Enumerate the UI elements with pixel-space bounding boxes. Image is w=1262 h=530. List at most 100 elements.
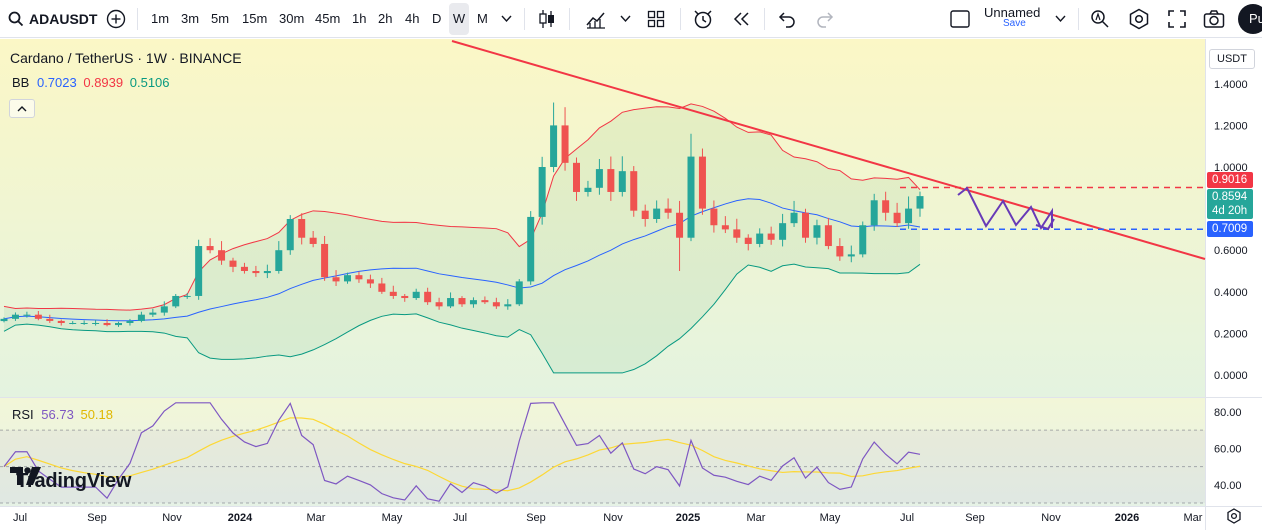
candle-body [756,233,764,244]
settings-icon[interactable] [1128,8,1150,30]
tradingview-logo-mark [10,467,41,485]
candle-body [447,298,455,307]
replay-icon[interactable] [732,11,750,27]
candle-style-icon[interactable] [538,8,556,30]
last-price-value: 0.8594 [1212,191,1248,203]
toolbar-divider [1078,8,1079,30]
candle-body [92,323,100,324]
timeframe-30m[interactable]: 30m [279,0,304,38]
candle-body [321,243,329,278]
candle-body [607,169,615,192]
redo-icon[interactable] [816,10,834,28]
candle-body [435,302,443,307]
timeframe-1m[interactable]: 1m [151,0,169,38]
price-axis-label: 1.4000 [1214,79,1248,91]
collapse-legend-button[interactable] [9,99,35,118]
candle-body [366,279,374,284]
candle-body [687,156,695,238]
chart-area[interactable]: 1.4000 1.2000 1.0000 0.6000 0.4000 0.2000 0.00… [0,39,1262,530]
time-axis-label: May [820,512,841,524]
currency-selector[interactable]: USDT [1209,49,1255,69]
candle-body [767,233,775,240]
alert-icon[interactable] [692,8,714,30]
candle-body [882,200,890,213]
candle-body [630,171,638,211]
price-axis-label: 0.2000 [1214,328,1248,340]
time-axis-label: Nov [1041,512,1061,524]
candle-body [492,302,500,307]
time-axis-label: 2026 [1115,512,1139,524]
candle-body [710,208,718,226]
time-axis-label: 2025 [676,512,700,524]
time-axis-label: Jul [900,512,914,524]
candle-body [355,275,363,280]
symbol-name[interactable]: ADAUSDT [29,0,97,38]
time-axis-label: Mar [307,512,326,524]
publish-button[interactable]: Pu [1238,4,1262,34]
price-axis-label: 0.4000 [1214,287,1248,299]
quick-search-icon[interactable] [1090,9,1110,29]
time-axis-label: May [382,512,403,524]
rsi-axis-label: 60.00 [1214,443,1242,455]
resistance-price-tag: 0.9016 [1207,172,1253,188]
candle-body [80,323,88,324]
time-axis-label: Nov [603,512,623,524]
candle-body [653,208,661,219]
candle-body [824,225,832,247]
candle-body [34,314,42,319]
timeframe-dropdown-icon[interactable] [501,14,512,24]
candle-body [859,225,867,255]
search-icon[interactable] [8,11,24,27]
candle-body [23,314,31,316]
camera-icon[interactable] [1203,9,1225,29]
candle-body [847,254,855,257]
timeframe-1h[interactable]: 1h [352,0,366,38]
candle-body [332,277,340,282]
candle-body [527,216,535,282]
candle-body [286,219,294,251]
bar-countdown: 4d 20h [1212,205,1248,217]
timeframe-d[interactable]: D [432,0,441,38]
candle-body [664,208,672,213]
price-axis-label: 0.6000 [1214,245,1248,257]
candle-body [905,208,913,224]
indicators-icon[interactable] [585,9,607,29]
time-axis-label: 2024 [228,512,253,524]
bb-label: BB [12,75,30,90]
candle-body [618,171,626,192]
save-label[interactable]: Save [1003,5,1026,43]
add-symbol-icon[interactable] [106,9,126,29]
candle-body [733,229,741,238]
candle-body [252,271,260,274]
fullscreen-icon[interactable] [1167,9,1187,29]
candle-body [504,304,512,307]
timeframe-5m[interactable]: 5m [211,0,229,38]
layout-dropdown-icon[interactable] [1055,14,1066,24]
timeframe-w[interactable]: W [449,3,469,35]
layout-icon[interactable] [950,10,970,28]
candle-body [0,318,8,322]
candle-body [344,275,351,282]
rsi-value: 56.73 [41,407,74,422]
price-axis-label: 0.0000 [1214,370,1248,382]
time-axis-label: Nov [162,512,182,524]
timeframe-3m[interactable]: 3m [181,0,199,38]
rsi-axis-label: 40.00 [1214,480,1242,492]
price-chart[interactable]: 1.40001.20001.00000.60000.40000.20000.00… [0,39,1262,530]
timeframe-m[interactable]: M [477,0,488,38]
candle-body [389,291,397,296]
timeframe-15m[interactable]: 15m [242,0,267,38]
candle-body [893,212,901,224]
timeframe-45m[interactable]: 45m [315,0,340,38]
templates-icon[interactable] [647,10,665,28]
indicators-dropdown-icon[interactable] [620,14,631,24]
top-toolbar: ADAUSDT 1m 3m 5m 15m 30m 45m 1h 2h 4h D … [0,0,1262,38]
undo-icon[interactable] [778,10,796,28]
candle-body [676,212,684,238]
candle-body [481,300,489,303]
rsi-legend: RSI 56.73 50.18 [12,407,113,422]
rsi-axis-label: 80.00 [1214,407,1242,419]
candle-body [172,295,180,307]
timeframe-2h[interactable]: 2h [378,0,392,38]
timeframe-4h[interactable]: 4h [405,0,419,38]
